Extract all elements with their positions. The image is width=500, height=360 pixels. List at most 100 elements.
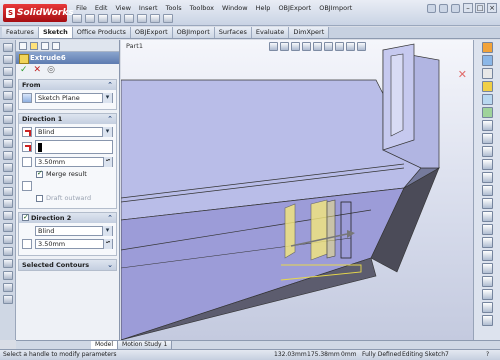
solidworks-logo[interactable]: S SolidWorks <box>3 4 74 22</box>
graphics-area[interactable]: Part1 ✕ <box>121 40 473 340</box>
appearances-icon[interactable] <box>481 107 493 118</box>
resources-icon[interactable] <box>481 42 493 53</box>
feature-tree-icon[interactable] <box>19 42 27 50</box>
tool-icon[interactable] <box>481 276 493 287</box>
home-icon[interactable] <box>427 4 436 13</box>
restore-icon[interactable]: □ <box>475 3 485 13</box>
tool-icon[interactable] <box>481 120 493 131</box>
help-status-icon[interactable]: ? <box>486 350 489 360</box>
tool-icon[interactable] <box>481 133 493 144</box>
extrude-preview-1[interactable] <box>284 203 296 259</box>
menu-tools[interactable]: Tools <box>162 3 186 13</box>
tab-sketch[interactable]: Sketch <box>38 27 73 38</box>
new-document-icon[interactable] <box>72 14 82 23</box>
line-icon[interactable] <box>2 67 13 76</box>
circle-icon[interactable] <box>2 103 13 112</box>
direction-selection-box[interactable] <box>35 140 113 154</box>
tab-objimport[interactable]: OBJImport <box>172 27 215 38</box>
zoom-area-icon[interactable] <box>280 42 289 51</box>
plane-icon[interactable] <box>2 175 13 184</box>
tab-dimxpert[interactable]: DimXpert <box>289 27 330 38</box>
search-icon[interactable] <box>481 81 493 92</box>
tool-icon[interactable] <box>481 185 493 196</box>
tab-features[interactable]: Features <box>2 27 39 38</box>
smart-dimension-icon[interactable] <box>2 55 13 64</box>
help-icon[interactable] <box>451 4 460 13</box>
tab-office-products[interactable]: Office Products <box>72 27 131 38</box>
scene-icon[interactable] <box>357 42 366 51</box>
menu-help[interactable]: Help <box>252 3 275 13</box>
polygon-icon[interactable] <box>2 127 13 136</box>
direction1-end-condition-select[interactable]: Blind <box>35 127 113 137</box>
tool-icon[interactable] <box>481 159 493 170</box>
tool-icon[interactable] <box>481 250 493 261</box>
open-icon[interactable] <box>85 14 95 23</box>
menu-objimport[interactable]: OBJImport <box>315 3 356 13</box>
previous-view-icon[interactable] <box>291 42 300 51</box>
tool-icon[interactable] <box>481 263 493 274</box>
menu-insert[interactable]: Insert <box>135 3 162 13</box>
zoom-fit-icon[interactable] <box>269 42 278 51</box>
mirror-icon[interactable] <box>2 247 13 256</box>
view-orientation-icon[interactable] <box>313 42 322 51</box>
tab-evaluate[interactable]: Evaluate <box>251 27 290 38</box>
chevron-up-icon[interactable]: ⌃ <box>107 114 113 124</box>
repair-sketch-icon[interactable] <box>2 295 13 304</box>
menu-file[interactable]: File <box>72 3 91 13</box>
minimize-icon[interactable]: – <box>463 3 473 13</box>
convert-entities-icon[interactable] <box>2 223 13 232</box>
display-style-icon[interactable] <box>324 42 333 51</box>
offset-icon[interactable] <box>2 235 13 244</box>
tool-icon[interactable] <box>481 224 493 235</box>
file-explorer-icon[interactable] <box>481 68 493 79</box>
rebuild-icon[interactable] <box>150 14 160 23</box>
info-icon[interactable] <box>439 4 448 13</box>
confirmation-corner-cancel-icon[interactable]: ✕ <box>458 68 467 81</box>
tab-objexport[interactable]: OBJExport <box>130 27 173 38</box>
design-library-icon[interactable] <box>481 55 493 66</box>
relations-icon[interactable] <box>2 283 13 292</box>
from-select[interactable]: Sketch Plane <box>35 93 113 103</box>
tool-icon[interactable] <box>481 211 493 222</box>
draft-icon[interactable] <box>22 181 32 191</box>
selected-contours-header[interactable]: Selected Contours ⌄ <box>19 260 116 270</box>
tab-model[interactable]: Model <box>91 341 119 349</box>
close-icon[interactable]: × <box>487 3 497 13</box>
dimxpert-manager-icon[interactable] <box>52 42 60 50</box>
tool-icon[interactable] <box>481 198 493 209</box>
tool-icon[interactable] <box>481 146 493 157</box>
sketch-icon[interactable] <box>2 43 13 52</box>
chevron-up-icon[interactable]: ⌃ <box>107 213 113 223</box>
configuration-manager-icon[interactable] <box>41 42 49 50</box>
property-manager-icon[interactable] <box>30 42 38 50</box>
reverse-direction-icon[interactable] <box>22 127 32 137</box>
section-view-icon[interactable] <box>302 42 311 51</box>
menu-view[interactable]: View <box>111 3 134 13</box>
rectangle-icon[interactable] <box>2 79 13 88</box>
point-icon[interactable] <box>2 199 13 208</box>
menu-objexport[interactable]: OBJExport <box>274 3 315 13</box>
direction2-checkbox[interactable] <box>22 212 29 222</box>
slot-icon[interactable] <box>2 91 13 100</box>
direction1-depth-input[interactable]: 3.50mm <box>35 157 113 167</box>
direction2-depth-input[interactable]: 3.50mm <box>35 239 113 249</box>
appearance-icon[interactable] <box>346 42 355 51</box>
select-icon[interactable] <box>137 14 147 23</box>
tab-surfaces[interactable]: Surfaces <box>214 27 252 38</box>
tab-motion-study[interactable]: Motion Study 1 <box>118 341 173 349</box>
upright-block-slot[interactable] <box>390 53 404 137</box>
detailed-preview-icon[interactable]: ◎ <box>47 66 55 75</box>
direction1-header[interactable]: Direction 1 ⌃ <box>19 114 116 124</box>
extrude-preview-3[interactable] <box>326 199 336 259</box>
direction2-end-condition-select[interactable]: Blind <box>35 226 113 236</box>
arc-icon[interactable] <box>2 115 13 124</box>
menu-edit[interactable]: Edit <box>91 3 112 13</box>
from-header[interactable]: From ⌃ <box>19 80 116 90</box>
move-entities-icon[interactable] <box>2 271 13 280</box>
tool-icon[interactable] <box>481 302 493 313</box>
menu-window[interactable]: Window <box>218 3 252 13</box>
cancel-button[interactable]: ✕ <box>34 66 42 75</box>
tool-icon[interactable] <box>481 172 493 183</box>
view-palette-icon[interactable] <box>481 94 493 105</box>
spline-icon[interactable] <box>2 139 13 148</box>
